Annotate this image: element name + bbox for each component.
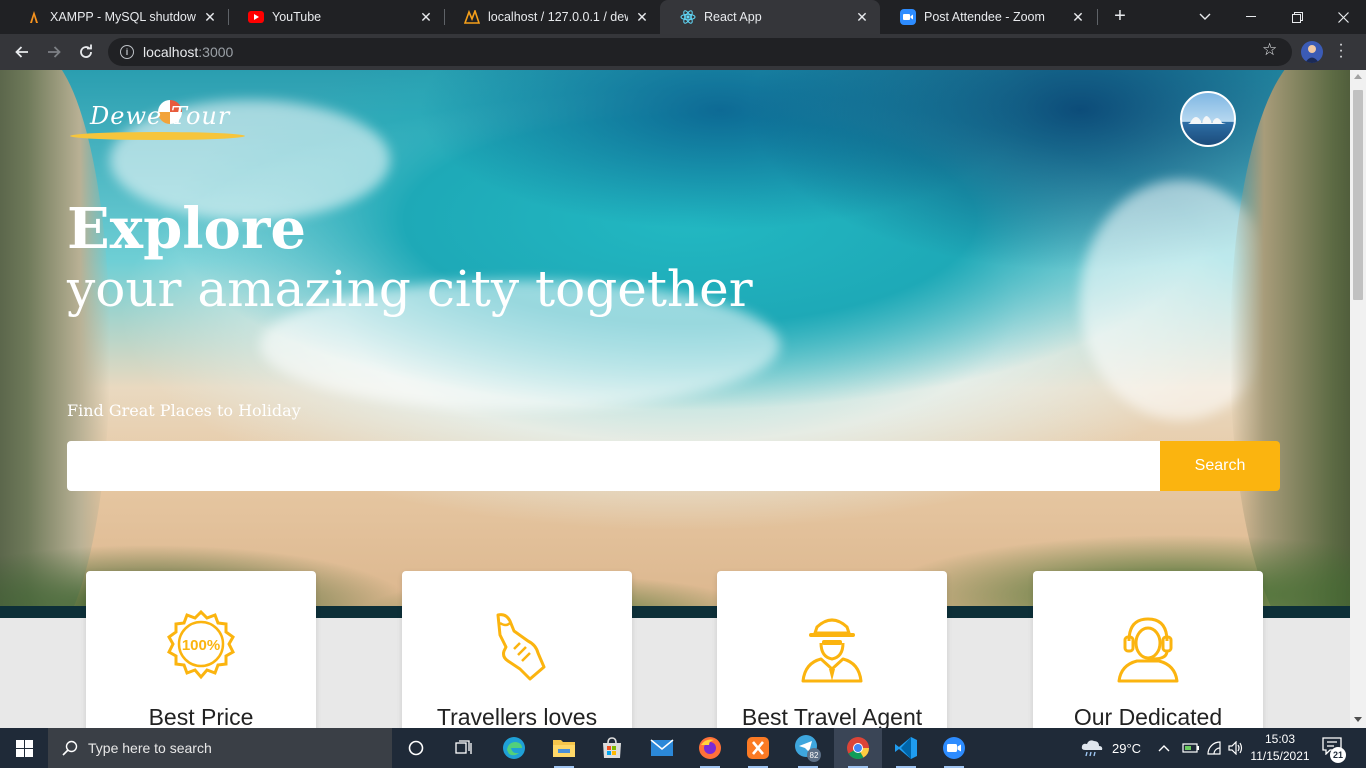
tab-title: localhost / 127.0.0.1 / dewe_t	[488, 10, 628, 24]
rain-cloud-icon	[1081, 740, 1103, 757]
feature-card-best-price: 100% Best Price	[86, 571, 316, 728]
logo-text: Dewe Tour	[90, 102, 231, 130]
vscode-icon[interactable]	[882, 728, 930, 768]
address-bar[interactable]: i localhost:3000	[108, 38, 1292, 66]
feature-card-travellers-loves: Travellers loves	[402, 571, 632, 728]
notification-count-badge: 21	[1330, 747, 1346, 763]
browser-tab-strip: XAMPP - MySQL shutdown u ✕ YouTube ✕ loc…	[0, 0, 1366, 34]
firefox-icon[interactable]	[686, 728, 734, 768]
tab-close-icon[interactable]: ✕	[854, 9, 870, 26]
url-host: localhost	[143, 44, 199, 60]
zoom-icon[interactable]	[930, 728, 978, 768]
clock-date: 11/15/2021	[1250, 749, 1310, 763]
tab-title: Post Attendee - Zoom	[924, 10, 1045, 24]
task-view-icon[interactable]	[440, 728, 488, 768]
feature-title: Travellers loves	[436, 704, 598, 728]
agent-icon	[717, 609, 947, 683]
hero-title: Explore	[67, 196, 306, 262]
taskbar-search-box[interactable]: Type here to search	[48, 728, 392, 768]
page-viewport: Dewe Tour Explore your amazing city toge…	[0, 70, 1350, 728]
weather-widget[interactable]: 29°C	[1080, 728, 1141, 768]
bookmark-star-icon[interactable]: ☆	[1262, 40, 1277, 60]
new-tab-button[interactable]: +	[1108, 4, 1132, 30]
tab-search-chevron-icon[interactable]	[1182, 0, 1228, 34]
react-favicon-icon	[680, 9, 696, 25]
hero-subtitle: Find Great Places to Holiday	[67, 401, 301, 420]
browser-toolbar: i localhost:3000 ☆	[0, 34, 1366, 70]
zoom-favicon-icon	[900, 9, 916, 25]
back-arrow-icon[interactable]	[8, 38, 36, 66]
browser-menu-icon[interactable]: · · ·	[1336, 37, 1346, 65]
tab-close-icon[interactable]: ✕	[634, 9, 650, 26]
restore-button[interactable]	[1274, 0, 1320, 34]
browser-tab-xampp[interactable]: XAMPP - MySQL shutdown u ✕	[6, 0, 228, 34]
scroll-up-arrow-icon[interactable]	[1354, 74, 1362, 79]
site-logo[interactable]: Dewe Tour	[70, 96, 250, 146]
tab-separator	[1097, 9, 1098, 25]
tab-close-icon[interactable]: ✕	[1070, 9, 1086, 26]
mail-icon[interactable]	[638, 728, 686, 768]
tab-close-icon[interactable]: ✕	[202, 9, 218, 26]
browser-tab-react-app[interactable]: React App ✕	[660, 0, 880, 34]
site-info-icon[interactable]: i	[120, 45, 134, 59]
reload-icon[interactable]	[72, 38, 100, 66]
destination-search-input[interactable]	[67, 441, 1160, 491]
file-explorer-icon[interactable]	[540, 728, 588, 768]
svg-text:100%: 100%	[182, 637, 220, 654]
tray-chevron-up-icon[interactable]	[1158, 728, 1170, 768]
page-scrollbar[interactable]	[1350, 70, 1366, 728]
hand-heart-icon	[402, 609, 632, 683]
clock-time: 15:03	[1264, 732, 1296, 746]
chrome-icon[interactable]	[834, 728, 882, 768]
tab-title: YouTube	[272, 10, 322, 24]
browser-tab-zoom[interactable]: Post Attendee - Zoom ✕	[880, 0, 1096, 34]
feature-card-our-dedicated: Our Dedicated	[1033, 571, 1263, 728]
feature-title: Best Travel Agent	[741, 704, 923, 728]
100-percent-badge-icon: 100%	[86, 609, 316, 683]
close-window-button[interactable]	[1320, 0, 1366, 34]
xampp-favicon-icon	[26, 9, 42, 25]
cortana-icon[interactable]	[392, 728, 440, 768]
windows-taskbar: Type here to search 82 29°C 15:03 11/15/…	[0, 728, 1366, 768]
hero-section: Dewe Tour Explore your amazing city toge…	[0, 70, 1350, 618]
search-button[interactable]: Search	[1160, 441, 1280, 491]
weather-temperature: 29°C	[1112, 740, 1142, 756]
scroll-down-arrow-icon[interactable]	[1354, 717, 1362, 722]
tab-close-icon[interactable]: ✕	[418, 9, 434, 26]
windows-start-icon[interactable]	[0, 728, 48, 768]
youtube-favicon-icon	[248, 9, 264, 25]
telegram-icon[interactable]: 82	[784, 728, 832, 768]
user-avatar[interactable]	[1180, 91, 1236, 147]
xampp-icon[interactable]	[734, 728, 782, 768]
battery-icon[interactable]	[1182, 728, 1200, 768]
microsoft-store-icon[interactable]	[588, 728, 636, 768]
tab-title: React App	[704, 10, 762, 24]
taskbar-search-placeholder: Type here to search	[88, 740, 212, 756]
headset-support-icon	[1033, 609, 1263, 683]
volume-icon[interactable]	[1228, 728, 1244, 768]
search-icon	[62, 740, 78, 756]
browser-tab-phpmyadmin[interactable]: localhost / 127.0.0.1 / dewe_t ✕	[444, 0, 660, 34]
feature-title: Best Price	[148, 704, 254, 728]
wifi-icon[interactable]	[1206, 728, 1222, 768]
forward-arrow-icon[interactable]	[40, 38, 68, 66]
profile-avatar[interactable]	[1301, 41, 1323, 63]
scrollbar-thumb[interactable]	[1353, 90, 1363, 300]
url-port: :3000	[198, 44, 234, 60]
phpmyadmin-favicon-icon	[464, 9, 480, 25]
taskbar-clock[interactable]: 15:03 11/15/2021	[1248, 731, 1312, 765]
logo-swoosh	[70, 132, 245, 140]
feature-card-best-travel-agent: Best Travel Agent	[717, 571, 947, 728]
minimize-button[interactable]	[1228, 0, 1274, 34]
browser-tab-youtube[interactable]: YouTube ✕	[228, 0, 444, 34]
hero-title-line2: your amazing city together	[67, 260, 753, 318]
tab-title: XAMPP - MySQL shutdown u	[50, 10, 196, 24]
telegram-badge: 82	[810, 751, 819, 760]
edge-icon[interactable]	[490, 728, 538, 768]
feature-title: Our Dedicated	[1073, 704, 1223, 728]
